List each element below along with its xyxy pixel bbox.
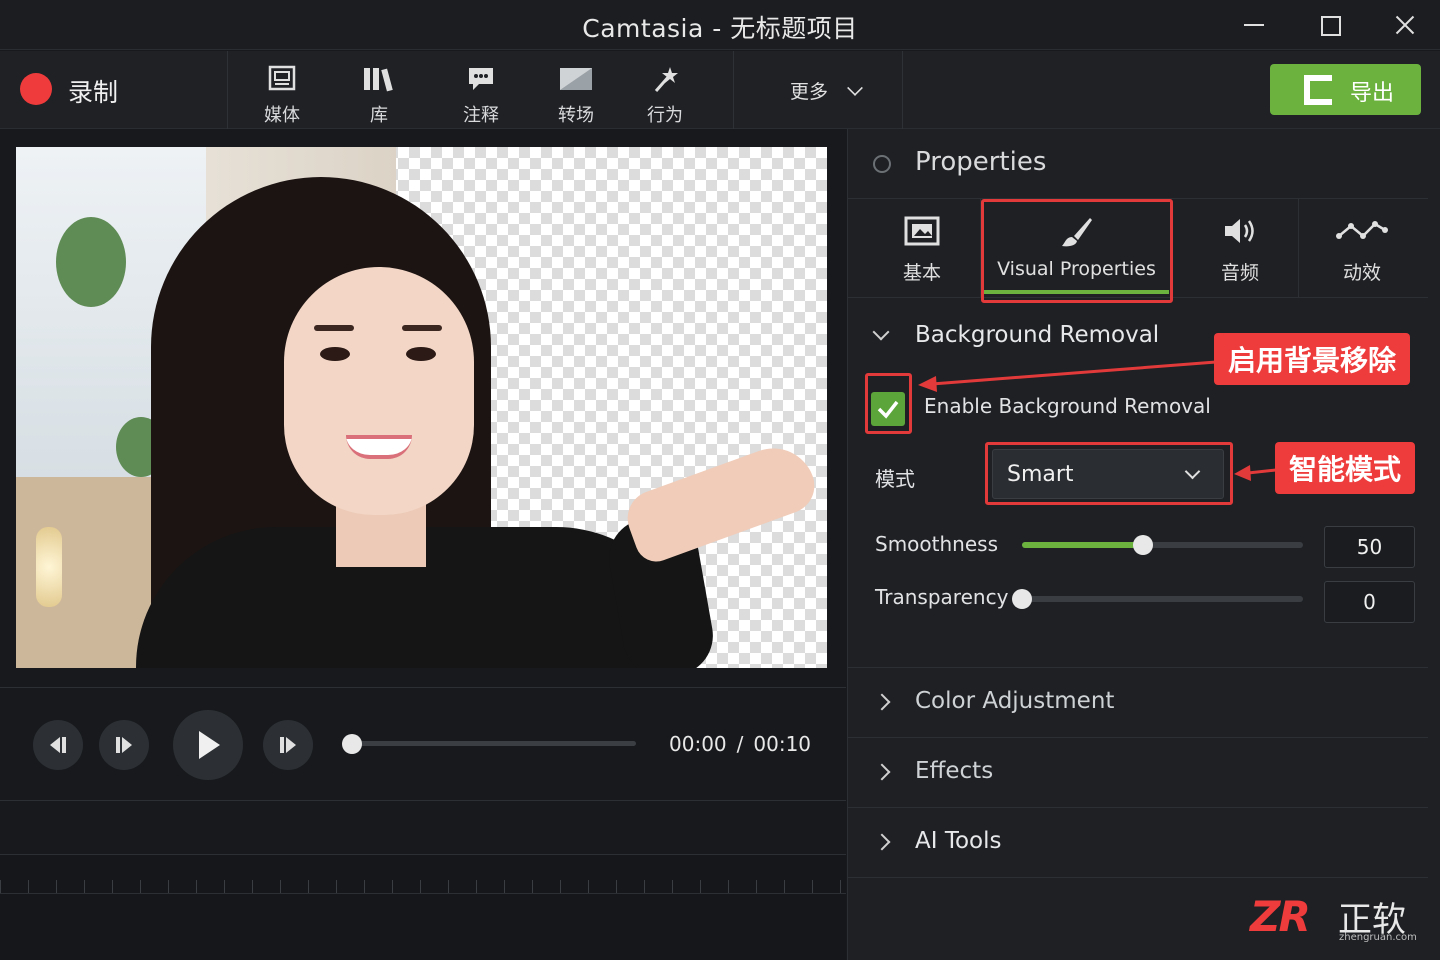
watermark-url: zhengruan.com xyxy=(1339,932,1417,943)
watermark-zr: ZR xyxy=(1250,892,1311,941)
smart-mode-callout: 智能模式 xyxy=(1275,442,1416,494)
enable-removal-callout: 启用背景移除 xyxy=(1214,333,1411,385)
annotation-arrows xyxy=(918,360,1277,481)
watermark-logo: ZR 正软 zhengruan.com xyxy=(1250,892,1430,952)
